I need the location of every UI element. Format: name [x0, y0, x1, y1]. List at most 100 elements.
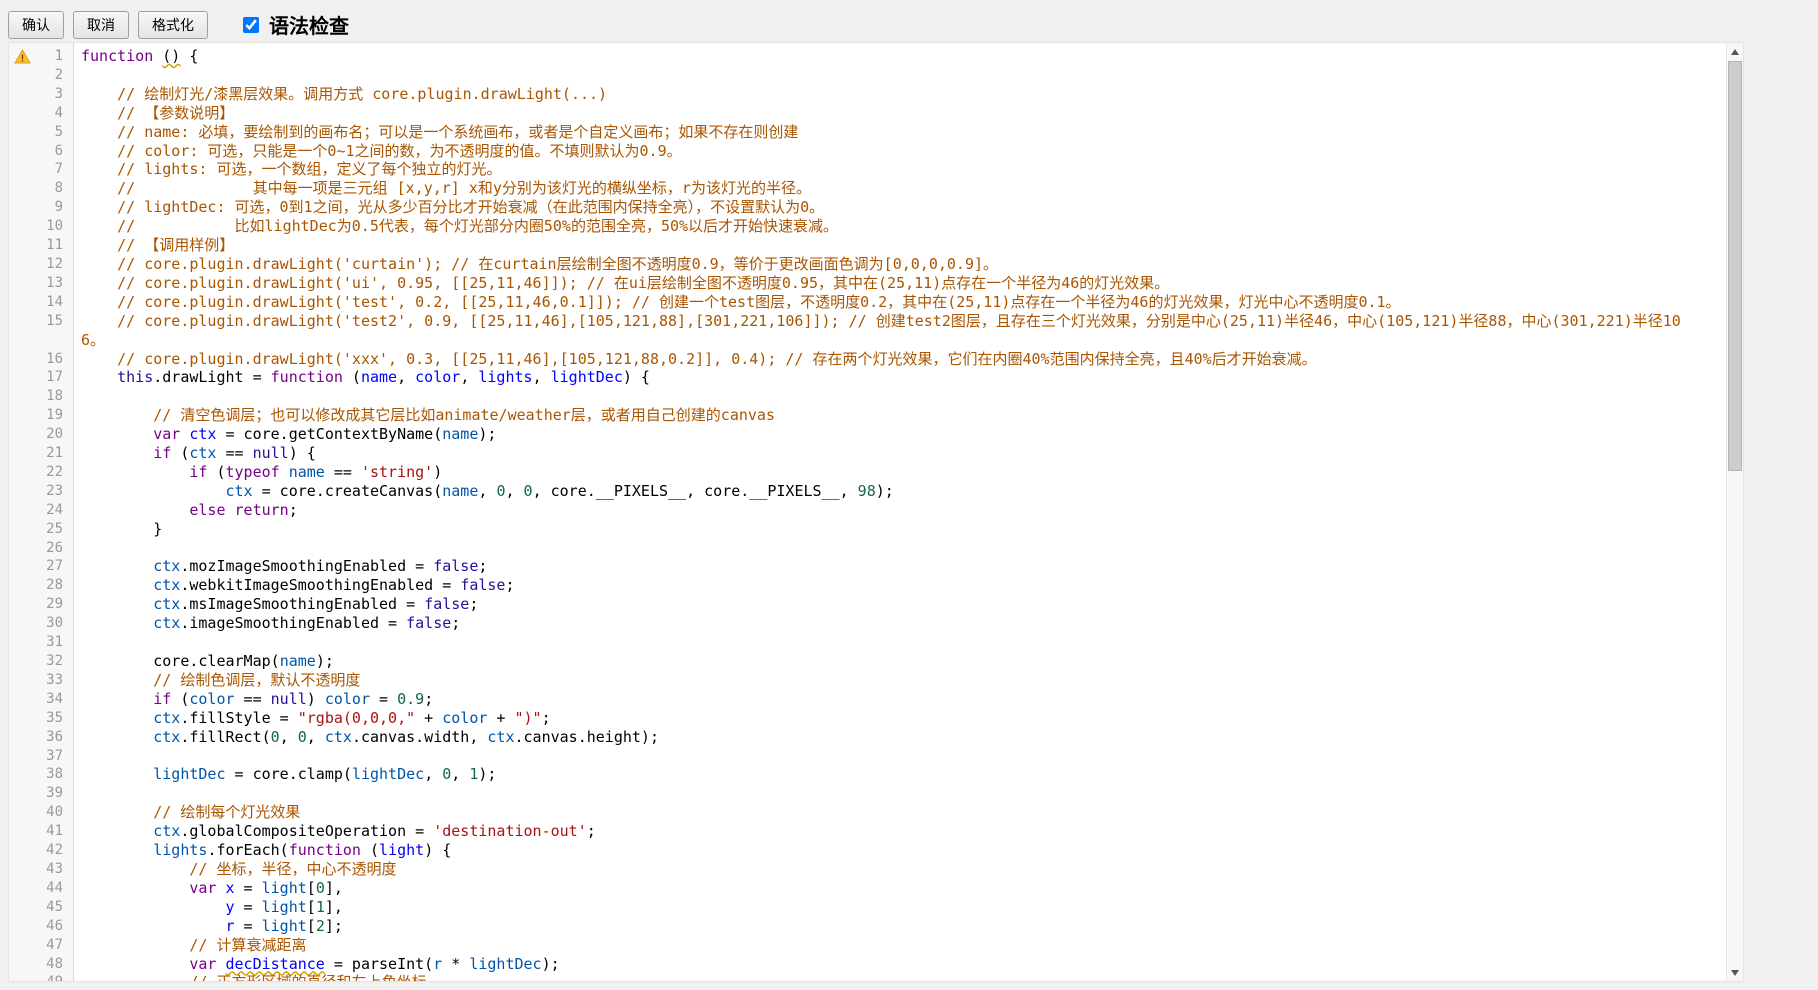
code-line[interactable]: 8 // 其中每一项是三元组 [x,y,r] x和y分别为该灯光的横纵坐标，r为…	[9, 179, 1726, 198]
code-line-text[interactable]: lights.forEach(function (light) {	[73, 841, 1726, 860]
code-line[interactable]: 45 y = light[1],	[9, 898, 1726, 917]
code-line-text[interactable]: if (color == null) color = 0.9;	[73, 690, 1726, 709]
code-line[interactable]: 27 ctx.mozImageSmoothingEnabled = false;	[9, 557, 1726, 576]
confirm-button[interactable]: 确认	[8, 11, 64, 39]
code-line-text[interactable]	[73, 747, 1726, 766]
code-line-text[interactable]: this.drawLight = function (name, color, …	[73, 368, 1726, 387]
code-line-text[interactable]: // core.plugin.drawLight('test2', 0.9, […	[73, 312, 1726, 350]
scrollbar-down-button[interactable]	[1727, 964, 1743, 981]
code-line-text[interactable]	[73, 66, 1726, 85]
code-line-text[interactable]: lightDec = core.clamp(lightDec, 0, 1);	[73, 765, 1726, 784]
code-line-text[interactable]: y = light[1],	[73, 898, 1726, 917]
code-line[interactable]: 22 if (typeof name == 'string')	[9, 463, 1726, 482]
code-line-text[interactable]: function () {	[73, 47, 1726, 66]
code-line[interactable]: 33 // 绘制色调层，默认不透明度	[9, 671, 1726, 690]
code-line-text[interactable]: // 比如lightDec为0.5代表，每个灯光部分内圈50%的范围全亮，50%…	[73, 217, 1726, 236]
code-line[interactable]: 13 // core.plugin.drawLight('ui', 0.95, …	[9, 274, 1726, 293]
code-line[interactable]: 4 // 【参数说明】	[9, 104, 1726, 123]
code-line[interactable]: 43 // 坐标，半径，中心不透明度	[9, 860, 1726, 879]
code-line-text[interactable]: // 【调用样例】	[73, 236, 1726, 255]
code-line[interactable]: 37	[9, 747, 1726, 766]
code-line-text[interactable]: // lights: 可选，一个数组，定义了每个独立的灯光。	[73, 160, 1726, 179]
code-line-text[interactable]: ctx.globalCompositeOperation = 'destinat…	[73, 822, 1726, 841]
code-line[interactable]: 48 var decDistance = parseInt(r * lightD…	[9, 955, 1726, 974]
code-line[interactable]: 47 // 计算衰减距离	[9, 936, 1726, 955]
code-line-text[interactable]: var decDistance = parseInt(r * lightDec)…	[73, 955, 1726, 974]
code-line[interactable]: 20 var ctx = core.getContextByName(name)…	[9, 425, 1726, 444]
code-line[interactable]: 23 ctx = core.createCanvas(name, 0, 0, c…	[9, 482, 1726, 501]
code-line[interactable]: 12 // core.plugin.drawLight('curtain'); …	[9, 255, 1726, 274]
code-line-text[interactable]	[73, 539, 1726, 558]
code-line[interactable]: 9 // lightDec: 可选，0到1之间，光从多少百分比才开始衰减（在此范…	[9, 198, 1726, 217]
code-line-text[interactable]: // lightDec: 可选，0到1之间，光从多少百分比才开始衰减（在此范围内…	[73, 198, 1726, 217]
code-line[interactable]: 16 // core.plugin.drawLight('xxx', 0.3, …	[9, 350, 1726, 369]
code-line[interactable]: 29 ctx.msImageSmoothingEnabled = false;	[9, 595, 1726, 614]
code-line[interactable]: 21 if (ctx == null) {	[9, 444, 1726, 463]
code-line-text[interactable]: // core.plugin.drawLight('xxx', 0.3, [[2…	[73, 350, 1726, 369]
code-line[interactable]: 32 core.clearMap(name);	[9, 652, 1726, 671]
code-line-text[interactable]: // 计算衰减距离	[73, 936, 1726, 955]
code-line-text[interactable]: // core.plugin.drawLight('test', 0.2, [[…	[73, 293, 1726, 312]
code-line-text[interactable]: var x = light[0],	[73, 879, 1726, 898]
code-line-text[interactable]: ctx.imageSmoothingEnabled = false;	[73, 614, 1726, 633]
code-line[interactable]: 3 // 绘制灯光/漆黑层效果。调用方式 core.plugin.drawLig…	[9, 85, 1726, 104]
code-line-text[interactable]	[73, 633, 1726, 652]
code-line[interactable]: 11 // 【调用样例】	[9, 236, 1726, 255]
code-line-text[interactable]: // 【参数说明】	[73, 104, 1726, 123]
code-line[interactable]: 24 else return;	[9, 501, 1726, 520]
code-line-text[interactable]: // core.plugin.drawLight('ui', 0.95, [[2…	[73, 274, 1726, 293]
code-lines[interactable]: !1function () {23 // 绘制灯光/漆黑层效果。调用方式 cor…	[9, 43, 1726, 981]
code-line[interactable]: 6 // color: 可选，只能是一个0~1之间的数，为不透明度的值。不填则默…	[9, 142, 1726, 161]
code-line[interactable]: 17 this.drawLight = function (name, colo…	[9, 368, 1726, 387]
scrollbar-up-button[interactable]	[1727, 43, 1743, 60]
code-line-text[interactable]: // 其中每一项是三元组 [x,y,r] x和y分别为该灯光的横纵坐标，r为该灯…	[73, 179, 1726, 198]
code-line[interactable]: 30 ctx.imageSmoothingEnabled = false;	[9, 614, 1726, 633]
code-line-text[interactable]: ctx.fillRect(0, 0, ctx.canvas.width, ctx…	[73, 728, 1726, 747]
code-line[interactable]: 35 ctx.fillStyle = "rgba(0,0,0," + color…	[9, 709, 1726, 728]
scrollbar-thumb[interactable]	[1728, 61, 1742, 471]
code-line[interactable]: 2	[9, 66, 1726, 85]
code-line[interactable]: 36 ctx.fillRect(0, 0, ctx.canvas.width, …	[9, 728, 1726, 747]
code-line-text[interactable]: // core.plugin.drawLight('curtain'); // …	[73, 255, 1726, 274]
code-line-text[interactable]: // 正方形区域的直径和左上角坐标	[73, 973, 1726, 981]
code-line[interactable]: !1function () {	[9, 47, 1726, 66]
code-line[interactable]: 46 r = light[2];	[9, 917, 1726, 936]
code-line[interactable]: 10 // 比如lightDec为0.5代表，每个灯光部分内圈50%的范围全亮，…	[9, 217, 1726, 236]
code-line[interactable]: 19 // 清空色调层；也可以修改成其它层比如animate/weather层，…	[9, 406, 1726, 425]
code-line[interactable]: 49 // 正方形区域的直径和左上角坐标	[9, 973, 1726, 981]
code-line[interactable]: 40 // 绘制每个灯光效果	[9, 803, 1726, 822]
code-line-text[interactable]: var ctx = core.getContextByName(name);	[73, 425, 1726, 444]
code-line-text[interactable]: }	[73, 520, 1726, 539]
code-line[interactable]: 7 // lights: 可选，一个数组，定义了每个独立的灯光。	[9, 160, 1726, 179]
code-editor[interactable]: !1function () {23 // 绘制灯光/漆黑层效果。调用方式 cor…	[8, 42, 1744, 982]
code-line-text[interactable]	[73, 784, 1726, 803]
code-line-text[interactable]: else return;	[73, 501, 1726, 520]
code-line-text[interactable]: // 坐标，半径，中心不透明度	[73, 860, 1726, 879]
code-line-text[interactable]: if (ctx == null) {	[73, 444, 1726, 463]
code-line[interactable]: 15 // core.plugin.drawLight('test2', 0.9…	[9, 312, 1726, 350]
code-line[interactable]: 28 ctx.webkitImageSmoothingEnabled = fal…	[9, 576, 1726, 595]
code-line[interactable]: 26	[9, 539, 1726, 558]
code-line-text[interactable]: ctx = core.createCanvas(name, 0, 0, core…	[73, 482, 1726, 501]
code-line-text[interactable]: ctx.mozImageSmoothingEnabled = false;	[73, 557, 1726, 576]
code-line[interactable]: 38 lightDec = core.clamp(lightDec, 0, 1)…	[9, 765, 1726, 784]
code-line[interactable]: 41 ctx.globalCompositeOperation = 'desti…	[9, 822, 1726, 841]
code-line-text[interactable]: ctx.fillStyle = "rgba(0,0,0," + color + …	[73, 709, 1726, 728]
code-line-text[interactable]	[73, 387, 1726, 406]
code-line-text[interactable]: if (typeof name == 'string')	[73, 463, 1726, 482]
code-line[interactable]: 42 lights.forEach(function (light) {	[9, 841, 1726, 860]
cancel-button[interactable]: 取消	[73, 11, 129, 39]
format-button[interactable]: 格式化	[138, 11, 208, 39]
code-line-text[interactable]: ctx.msImageSmoothingEnabled = false;	[73, 595, 1726, 614]
code-line[interactable]: 44 var x = light[0],	[9, 879, 1726, 898]
syntax-check-checkbox[interactable]	[243, 17, 259, 33]
code-line-text[interactable]: // 绘制色调层，默认不透明度	[73, 671, 1726, 690]
code-line-text[interactable]: core.clearMap(name);	[73, 652, 1726, 671]
code-line[interactable]: 31	[9, 633, 1726, 652]
code-line-text[interactable]: // color: 可选，只能是一个0~1之间的数，为不透明度的值。不填则默认为…	[73, 142, 1726, 161]
code-line[interactable]: 14 // core.plugin.drawLight('test', 0.2,…	[9, 293, 1726, 312]
code-line-text[interactable]: // 清空色调层；也可以修改成其它层比如animate/weather层，或者用…	[73, 406, 1726, 425]
code-line-text[interactable]: // 绘制每个灯光效果	[73, 803, 1726, 822]
code-line-text[interactable]: // name: 必填，要绘制到的画布名；可以是一个系统画布，或者是个自定义画布…	[73, 123, 1726, 142]
scrollbar[interactable]	[1726, 43, 1743, 981]
